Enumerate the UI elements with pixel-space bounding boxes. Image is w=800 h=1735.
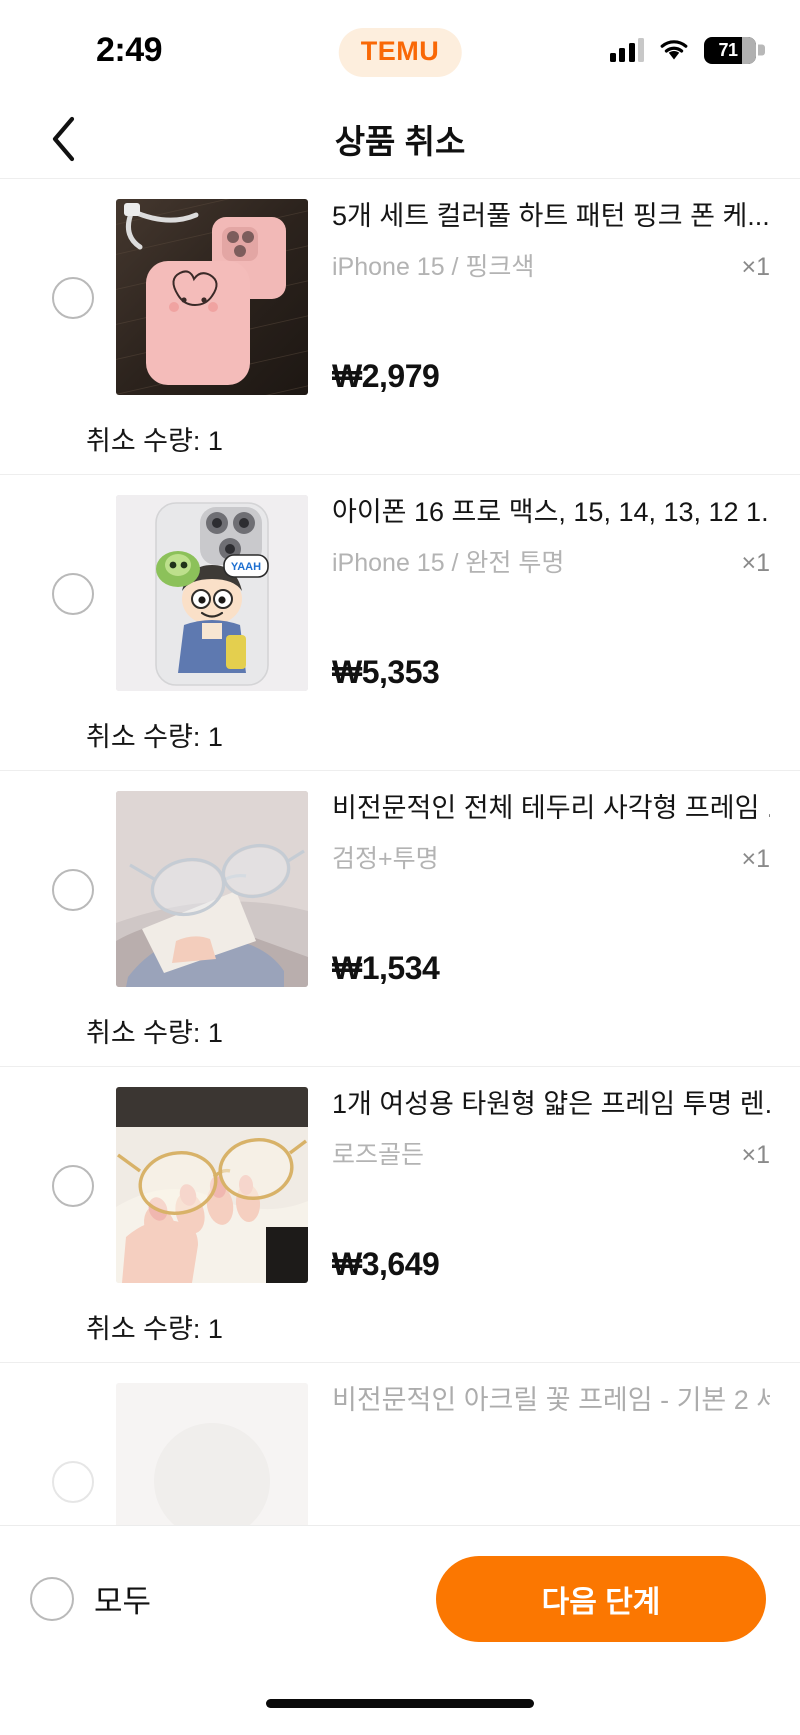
bottom-action-bar: 모두 다음 단계 bbox=[0, 1525, 800, 1671]
page-title: 상품 취소 bbox=[334, 123, 466, 160]
item-select-radio[interactable] bbox=[52, 573, 94, 615]
product-thumbnail[interactable] bbox=[116, 199, 308, 395]
cancel-item-list[interactable]: 5개 세트 컬러풀 하트 패턴 핑크 폰 케... iPhone 15 / 핑크… bbox=[0, 178, 800, 1525]
status-indicators: 71 bbox=[609, 36, 756, 64]
cancel-quantity-label: 취소 수량: 1 bbox=[86, 722, 223, 752]
back-button[interactable] bbox=[36, 112, 90, 166]
product-info: 1개 여성용 타원형 얇은 프레임 투명 렌... 로즈골든 ×1 ₩3,649 bbox=[308, 1087, 770, 1283]
home-indicator bbox=[266, 1698, 534, 1708]
product-title[interactable]: 5개 세트 컬러풀 하트 패턴 핑크 폰 케... bbox=[332, 199, 770, 233]
cancel-quantity-label: 취소 수량: 1 bbox=[86, 426, 223, 456]
product-thumbnail[interactable]: YAAH bbox=[116, 495, 308, 691]
product-price: ₩5,353 bbox=[332, 654, 440, 690]
cancel-quantity-label: 취소 수량: 1 bbox=[86, 1018, 223, 1048]
status-bar: 2:49 TEMU 71 bbox=[0, 0, 800, 100]
product-title[interactable]: 비전문적인 아크릴 꽃 프레임 - 기본 2 세... bbox=[332, 1383, 770, 1417]
item-select-cell[interactable] bbox=[30, 1383, 116, 1525]
list-item[interactable]: 비전문적인 전체 테두리 사각형 프레임 ... 검정+투명 ×1 ₩1,534… bbox=[0, 771, 800, 1067]
list-item[interactable]: YAAH 아이폰 16 프로 맥스, 15, 14, 13, 12 1... i… bbox=[0, 475, 800, 771]
product-quantity: ×1 bbox=[741, 1141, 770, 1169]
signal-bars-icon bbox=[609, 38, 644, 62]
product-info: 5개 세트 컬러풀 하트 패턴 핑크 폰 케... iPhone 15 / 핑크… bbox=[308, 199, 770, 395]
product-title[interactable]: 1개 여성용 타원형 얇은 프레임 투명 렌... bbox=[332, 1087, 770, 1121]
item-select-cell[interactable] bbox=[30, 1087, 116, 1285]
product-variant: iPhone 15 / 완전 투명 bbox=[332, 549, 565, 577]
product-price: ₩3,649 bbox=[332, 1246, 440, 1282]
product-title[interactable]: 아이폰 16 프로 맥스, 15, 14, 13, 12 1... bbox=[332, 495, 770, 529]
chevron-left-icon bbox=[49, 115, 77, 163]
list-item[interactable]: 5개 세트 컬러풀 하트 패턴 핑크 폰 케... iPhone 15 / 핑크… bbox=[0, 179, 800, 475]
home-indicator-zone bbox=[0, 1671, 800, 1735]
product-variant: iPhone 15 / 핑크색 bbox=[332, 253, 535, 281]
select-all-radio[interactable] bbox=[30, 1576, 74, 1621]
item-select-radio[interactable] bbox=[52, 869, 94, 911]
product-quantity: ×1 bbox=[741, 253, 770, 281]
product-info: 비전문적인 전체 테두리 사각형 프레임 ... 검정+투명 ×1 ₩1,534 bbox=[308, 791, 770, 987]
product-thumbnail[interactable] bbox=[116, 1383, 308, 1525]
cancel-quantity-label: 취소 수량: 1 bbox=[86, 1314, 223, 1344]
item-select-radio[interactable] bbox=[52, 1461, 94, 1503]
item-select-cell[interactable] bbox=[30, 495, 116, 693]
product-info: 아이폰 16 프로 맥스, 15, 14, 13, 12 1... iPhone… bbox=[308, 495, 770, 691]
product-variant: 로즈골든 bbox=[332, 1141, 425, 1169]
select-all-control[interactable]: 모두 bbox=[30, 1576, 151, 1621]
temu-brand-pill: TEMU bbox=[338, 28, 462, 77]
svg-text:YAAH: YAAH bbox=[231, 561, 261, 573]
list-item[interactable]: 비전문적인 아크릴 꽃 프레임 - 기본 2 세... bbox=[0, 1363, 800, 1525]
product-title[interactable]: 비전문적인 전체 테두리 사각형 프레임 ... bbox=[332, 791, 770, 825]
product-thumbnail[interactable] bbox=[116, 791, 308, 987]
navigation-bar: 상품 취소 bbox=[0, 100, 800, 178]
product-price: ₩1,534 bbox=[332, 950, 440, 986]
item-select-radio[interactable] bbox=[52, 1165, 94, 1207]
app-screen: 2:49 TEMU 71 상품 취소 5개 세트 컬러풀 하트 패턴 핑크 폰 … bbox=[0, 0, 800, 1735]
select-all-label: 모두 bbox=[94, 1584, 152, 1619]
battery-level-label: 71 bbox=[718, 39, 738, 60]
item-select-cell[interactable] bbox=[30, 199, 116, 397]
list-item[interactable]: 1개 여성용 타원형 얇은 프레임 투명 렌... 로즈골든 ×1 ₩3,649… bbox=[0, 1067, 800, 1363]
battery-icon: 71 bbox=[704, 36, 756, 64]
wifi-icon bbox=[658, 38, 690, 62]
product-info: 비전문적인 아크릴 꽃 프레임 - 기본 2 세... bbox=[308, 1383, 770, 1525]
next-step-button[interactable]: 다음 단계 bbox=[436, 1555, 766, 1642]
product-quantity: ×1 bbox=[741, 549, 770, 577]
product-price: ₩2,979 bbox=[332, 358, 440, 394]
status-time: 2:49 bbox=[96, 30, 163, 69]
product-quantity: ×1 bbox=[741, 845, 770, 873]
item-select-cell[interactable] bbox=[30, 791, 116, 989]
product-variant: 검정+투명 bbox=[332, 845, 439, 873]
item-select-radio[interactable] bbox=[52, 277, 94, 319]
product-thumbnail[interactable] bbox=[116, 1087, 308, 1283]
temu-brand-label: TEMU bbox=[360, 36, 440, 66]
